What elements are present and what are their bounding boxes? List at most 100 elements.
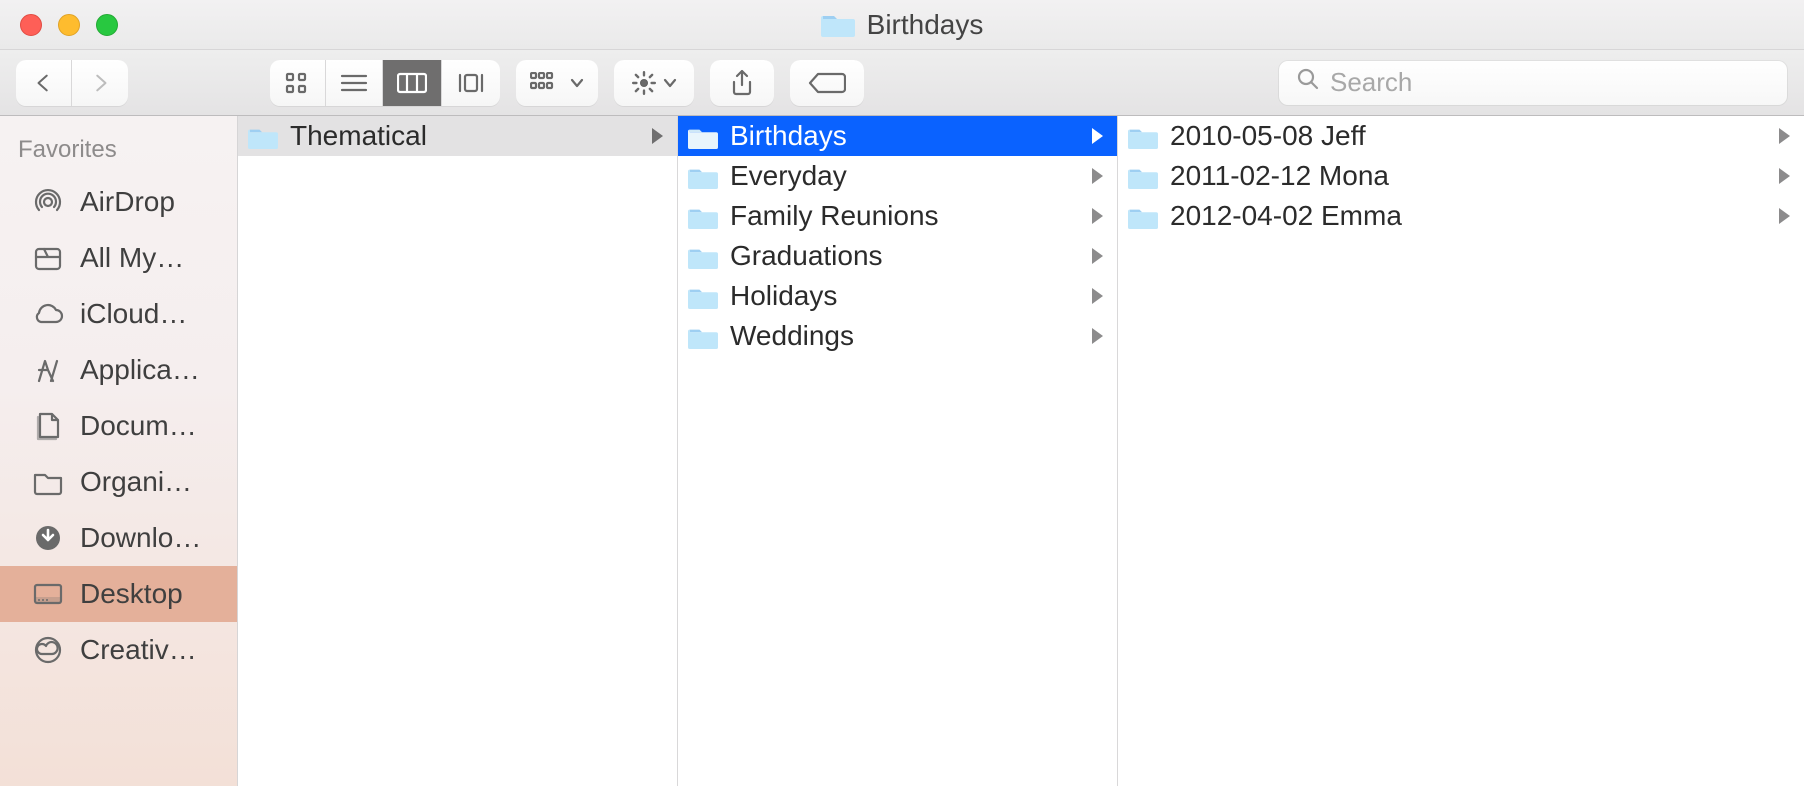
folder-icon bbox=[688, 285, 718, 307]
sidebar-item[interactable]: Creativ… bbox=[0, 622, 237, 678]
chevron-right-icon bbox=[1092, 208, 1103, 224]
nav-buttons bbox=[16, 60, 128, 106]
column-row[interactable]: Birthdays bbox=[678, 116, 1117, 156]
folder-icon bbox=[688, 125, 718, 147]
sidebar-item[interactable]: Applica… bbox=[0, 342, 237, 398]
view-mode-buttons bbox=[270, 60, 500, 106]
column-row[interactable]: Weddings bbox=[678, 316, 1117, 356]
sidebar-item[interactable]: Organi… bbox=[0, 454, 237, 510]
sidebar-item[interactable]: All My… bbox=[0, 230, 237, 286]
column-row[interactable]: Family Reunions bbox=[678, 196, 1117, 236]
search-input[interactable] bbox=[1330, 67, 1770, 98]
titlebar: Birthdays bbox=[0, 0, 1804, 50]
folder-icon bbox=[688, 165, 718, 187]
column-row[interactable]: 2012-04-02 Emma bbox=[1118, 196, 1804, 236]
tags-button[interactable] bbox=[790, 60, 864, 106]
column-row-label: 2011-02-12 Mona bbox=[1170, 160, 1767, 192]
sidebar-item-label: Desktop bbox=[80, 578, 183, 610]
sidebar-item-icon bbox=[30, 243, 66, 273]
sidebar-item[interactable]: Docum… bbox=[0, 398, 237, 454]
sidebar-item-icon bbox=[30, 355, 66, 385]
zoom-window-button[interactable] bbox=[96, 14, 118, 36]
sidebar: Favorites AirDrop All My… iCloud… Applica… D… bbox=[0, 116, 238, 786]
folder-icon bbox=[248, 125, 278, 147]
sidebar-item-icon bbox=[30, 635, 66, 665]
share-button[interactable] bbox=[710, 60, 774, 106]
chevron-right-icon bbox=[1092, 128, 1103, 144]
column-row[interactable]: Graduations bbox=[678, 236, 1117, 276]
folder-icon bbox=[688, 205, 718, 227]
sidebar-item-label: iCloud… bbox=[80, 298, 187, 330]
search-icon bbox=[1296, 67, 1320, 98]
list-view-button[interactable] bbox=[326, 60, 383, 106]
sidebar-item-label: Applica… bbox=[80, 354, 200, 386]
sidebar-item[interactable]: Desktop bbox=[0, 566, 237, 622]
sidebar-item-label: Docum… bbox=[80, 410, 197, 442]
sidebar-item-icon bbox=[30, 411, 66, 441]
window-controls bbox=[0, 14, 118, 36]
window-title: Birthdays bbox=[0, 9, 1804, 41]
back-button[interactable] bbox=[16, 60, 72, 106]
column-row-label: 2010-05-08 Jeff bbox=[1170, 120, 1767, 152]
column-row-label: Thematical bbox=[290, 120, 640, 152]
sidebar-item-label: AirDrop bbox=[80, 186, 175, 218]
column-row[interactable]: Everyday bbox=[678, 156, 1117, 196]
folder-icon bbox=[688, 325, 718, 347]
column-row-label: 2012-04-02 Emma bbox=[1170, 200, 1767, 232]
icon-view-button[interactable] bbox=[270, 60, 326, 106]
column-row-label: Family Reunions bbox=[730, 200, 1080, 232]
sidebar-item-icon bbox=[30, 467, 66, 497]
toolbar bbox=[0, 50, 1804, 116]
column-row[interactable]: Holidays bbox=[678, 276, 1117, 316]
window-title-text: Birthdays bbox=[867, 9, 984, 41]
folder-icon bbox=[1128, 205, 1158, 227]
browser-column: 2010-05-08 Jeff 2011-02-12 Mona 2012-04-02… bbox=[1118, 116, 1804, 786]
sidebar-item-label: All My… bbox=[80, 242, 184, 274]
close-window-button[interactable] bbox=[20, 14, 42, 36]
chevron-right-icon bbox=[652, 128, 663, 144]
tags-button-group bbox=[790, 60, 864, 106]
chevron-right-icon bbox=[1092, 168, 1103, 184]
sidebar-item-icon bbox=[30, 523, 66, 553]
chevron-right-icon bbox=[1779, 128, 1790, 144]
gallery-view-button[interactable] bbox=[442, 60, 500, 106]
forward-button[interactable] bbox=[72, 60, 128, 106]
sidebar-item[interactable]: Downlo… bbox=[0, 510, 237, 566]
column-browser: Thematical Birthdays Everyday Family Reunio… bbox=[238, 116, 1804, 786]
sidebar-item-label: Organi… bbox=[80, 466, 192, 498]
arrange-button-group bbox=[516, 60, 598, 106]
share-button-group bbox=[710, 60, 774, 106]
sidebar-item-label: Creativ… bbox=[80, 634, 197, 666]
action-button[interactable] bbox=[614, 60, 694, 106]
folder-icon bbox=[821, 12, 855, 38]
main: Favorites AirDrop All My… iCloud… Applica… D… bbox=[0, 116, 1804, 786]
column-row[interactable]: Thematical bbox=[238, 116, 677, 156]
column-view-button[interactable] bbox=[383, 60, 442, 106]
folder-icon bbox=[688, 245, 718, 267]
sidebar-item-icon bbox=[30, 579, 66, 609]
sidebar-item[interactable]: iCloud… bbox=[0, 286, 237, 342]
column-row-label: Holidays bbox=[730, 280, 1080, 312]
sidebar-item-label: Downlo… bbox=[80, 522, 201, 554]
column-row-label: Weddings bbox=[730, 320, 1080, 352]
chevron-right-icon bbox=[1092, 248, 1103, 264]
browser-column: Birthdays Everyday Family Reunions Graduati… bbox=[678, 116, 1118, 786]
column-row-label: Everyday bbox=[730, 160, 1080, 192]
column-row[interactable]: 2010-05-08 Jeff bbox=[1118, 116, 1804, 156]
action-button-group bbox=[614, 60, 694, 106]
chevron-right-icon bbox=[1779, 168, 1790, 184]
browser-column: Thematical bbox=[238, 116, 678, 786]
sidebar-item-icon bbox=[30, 187, 66, 217]
sidebar-item[interactable]: AirDrop bbox=[0, 174, 237, 230]
minimize-window-button[interactable] bbox=[58, 14, 80, 36]
sidebar-section-title: Favorites bbox=[0, 130, 237, 174]
column-row-label: Graduations bbox=[730, 240, 1080, 272]
folder-icon bbox=[1128, 125, 1158, 147]
chevron-right-icon bbox=[1092, 328, 1103, 344]
search-field[interactable] bbox=[1278, 60, 1788, 106]
column-row[interactable]: 2011-02-12 Mona bbox=[1118, 156, 1804, 196]
folder-icon bbox=[1128, 165, 1158, 187]
column-row-label: Birthdays bbox=[730, 120, 1080, 152]
chevron-right-icon bbox=[1779, 208, 1790, 224]
arrange-button[interactable] bbox=[516, 60, 598, 106]
